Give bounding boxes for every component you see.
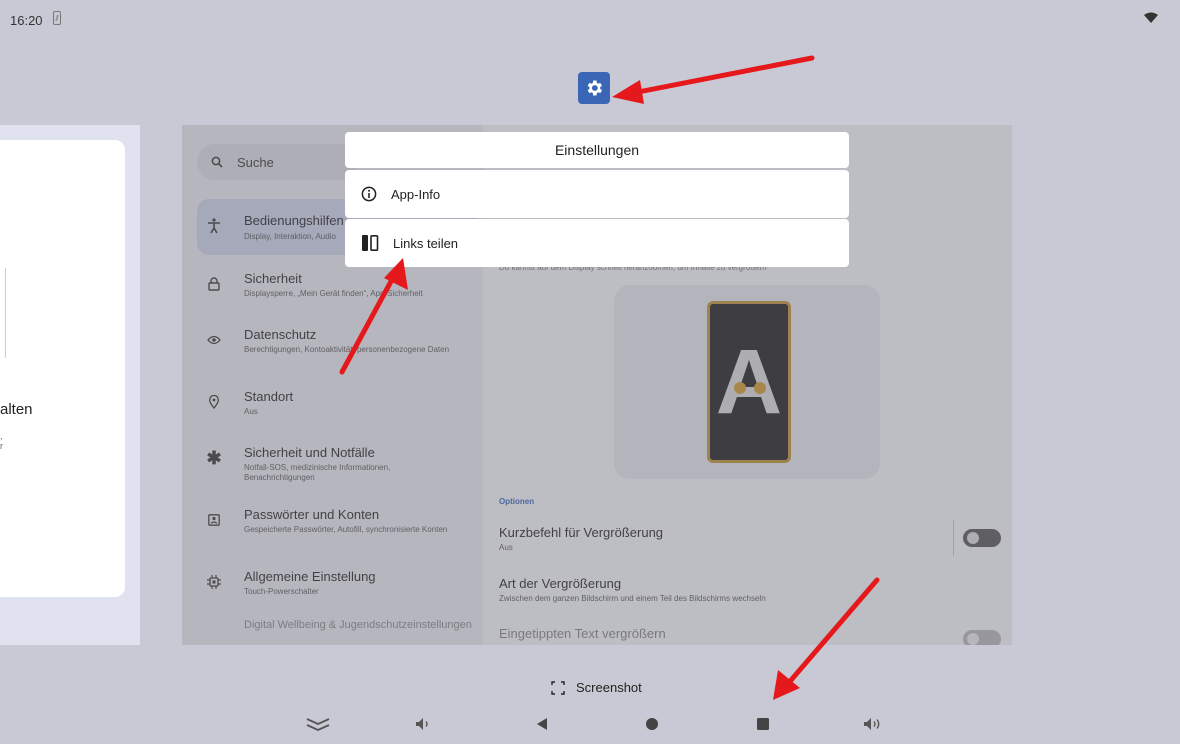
info-icon [361,186,377,202]
left-card-subtext: r [0,441,3,451]
volume-up-button[interactable] [861,712,885,736]
arrow-head [612,80,644,104]
arrow-head [773,670,800,700]
double-chevron-down-icon [306,718,330,731]
status-bar: 16:20 [0,0,1180,40]
popup-menu-header: Einstellungen [345,132,849,168]
recents-square-icon [757,718,769,730]
volume-down-button[interactable] [411,712,435,736]
status-time: 16:20 [10,13,43,28]
collapse-chevron-button[interactable] [306,712,330,736]
left-card-text: alten [0,401,33,418]
split-screen-icon [362,234,379,251]
gear-icon [587,80,602,96]
annotation-arrow [625,55,815,97]
settings-app-icon[interactable] [578,72,610,104]
volume-down-icon [416,718,428,730]
left-card-content [0,140,125,597]
popup-title: Einstellungen [554,142,640,158]
screenshot-label: Screenshot [576,680,642,695]
left-card-divider [0,268,6,358]
app-info-menu-item[interactable]: App-Info [345,170,849,218]
home-button[interactable] [640,712,664,736]
volume-up-icon [864,718,880,730]
screenshot-frame-icon [551,680,565,695]
recents-button[interactable] [751,712,775,736]
battery-charging-icon [53,11,61,25]
split-links-label: Links teilen [393,235,459,251]
split-links-menu-item[interactable]: Links teilen [345,219,849,267]
back-button[interactable] [530,712,554,736]
app-info-label: App-Info [391,186,441,202]
screenshot-button[interactable]: Screenshot [551,680,642,695]
left-card-subtext: , [0,431,3,441]
wifi-icon [1144,12,1158,23]
home-circle-icon [646,718,658,730]
back-triangle-icon [537,718,547,730]
